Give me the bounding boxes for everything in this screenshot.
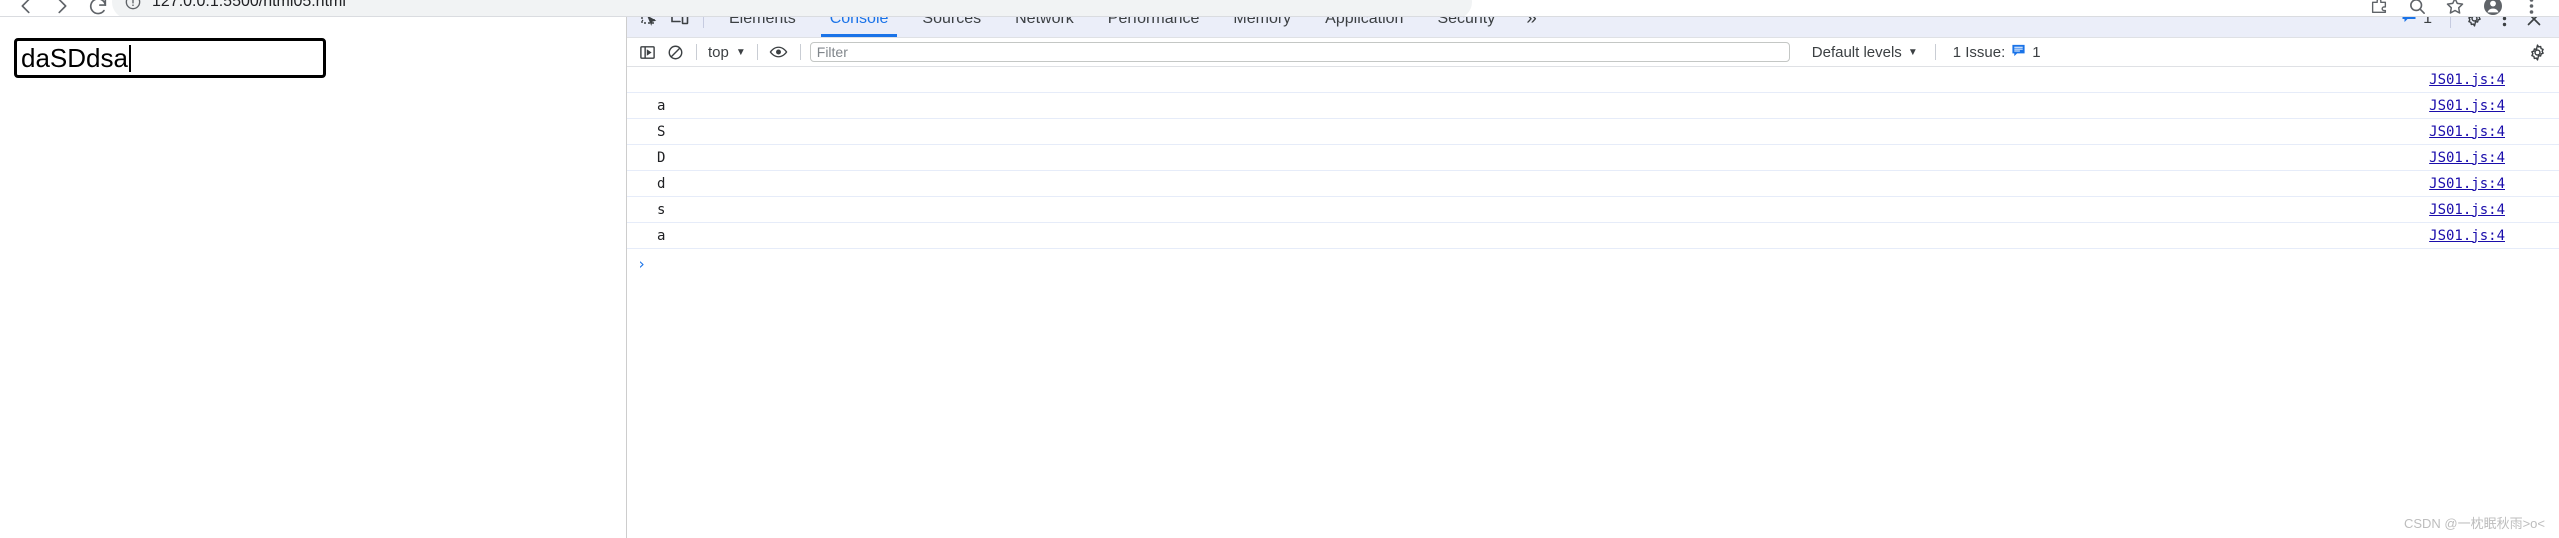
console-source-link[interactable]: JS01.js:4 <box>2429 124 2559 140</box>
watermark: CSDN @一枕眠秋雨>o< <box>2403 516 2545 531</box>
screen-root: daSDdsa Elements Console Sources Network… <box>0 0 2559 538</box>
text-input-value: daSDdsa <box>21 43 128 73</box>
console-filter-toolbar: top ▼ Filter Default levels ▼ 1 Issue: 1 <box>627 37 2559 67</box>
text-cursor <box>128 44 131 72</box>
filterbar-right-actions <box>2523 40 2559 64</box>
back-arrow-icon[interactable] <box>8 0 44 17</box>
chevron-down-icon: ▼ <box>735 46 746 58</box>
table-row[interactable]: a JS01.js:4 <box>627 223 2559 249</box>
console-message: s <box>657 201 666 218</box>
site-info-icon[interactable] <box>124 0 142 11</box>
profile-avatar-icon[interactable] <box>2475 0 2511 17</box>
address-bar[interactable]: 127.0.0.1:5500/html05.html <box>112 0 1472 17</box>
console-source-link[interactable]: JS01.js:4 <box>2429 176 2559 192</box>
issues-summary[interactable]: 1 Issue: 1 <box>1943 43 2051 62</box>
chevron-down-icon-levels: ▼ <box>1907 46 1918 58</box>
web-page-content: daSDdsa <box>0 18 626 538</box>
table-row[interactable]: d JS01.js:4 <box>627 171 2559 197</box>
browser-toolbar-right <box>2361 0 2549 17</box>
console-message: a <box>657 227 666 244</box>
table-row[interactable]: D JS01.js:4 <box>627 145 2559 171</box>
browser-chrome-strip: 127.0.0.1:5500/html05.html <box>0 0 2559 17</box>
prompt-chevron-icon: › <box>637 255 647 273</box>
console-message: d <box>657 175 666 192</box>
execution-context-label: top <box>708 43 729 61</box>
issues-message-icon-small <box>2011 43 2026 62</box>
chrome-divider <box>0 16 2559 17</box>
extensions-icon[interactable] <box>2361 0 2397 17</box>
execution-context-select[interactable]: top ▼ <box>704 44 750 61</box>
address-bar-url: 127.0.0.1:5500/html05.html <box>152 0 346 10</box>
console-settings-gear-icon[interactable] <box>2523 40 2551 64</box>
console-source-link[interactable]: JS01.js:4 <box>2429 72 2559 88</box>
issues-summary-count: 1 <box>2032 43 2041 61</box>
log-levels-label: Default levels <box>1811 43 1902 61</box>
reload-icon[interactable] <box>80 0 116 17</box>
console-message: a <box>657 97 666 114</box>
browser-nav-buttons <box>8 0 116 17</box>
filterbar-divider-2 <box>756 44 758 60</box>
filterbar-divider-4 <box>1934 44 1936 60</box>
console-sidebar-toggle-icon[interactable] <box>633 40 661 64</box>
live-expression-eye-icon[interactable] <box>765 40 793 64</box>
table-row[interactable]: a JS01.js:4 <box>627 93 2559 119</box>
table-row[interactable]: S JS01.js:4 <box>627 119 2559 145</box>
console-source-link[interactable]: JS01.js:4 <box>2429 202 2559 218</box>
three-dot-menu-icon[interactable] <box>2513 0 2549 17</box>
table-row[interactable]: JS01.js:4 <box>627 67 2559 93</box>
forward-arrow-icon[interactable] <box>44 0 80 17</box>
filterbar-divider-1 <box>696 44 697 60</box>
filterbar-divider-3 <box>799 44 801 60</box>
console-source-link[interactable]: JS01.js:4 <box>2429 228 2559 244</box>
console-source-link[interactable]: JS01.js:4 <box>2429 98 2559 114</box>
console-output[interactable]: JS01.js:4 a JS01.js:4 S JS01.js:4 D JS01… <box>627 67 2559 538</box>
console-source-link[interactable]: JS01.js:4 <box>2429 150 2559 166</box>
clear-console-icon[interactable] <box>661 40 689 64</box>
console-message: S <box>657 123 666 140</box>
search-icon[interactable] <box>2399 0 2435 17</box>
console-filter-placeholder: Filter <box>816 44 848 60</box>
console-filter-input[interactable]: Filter <box>809 42 1790 62</box>
text-input[interactable]: daSDdsa <box>14 38 326 78</box>
bookmark-star-icon[interactable] <box>2437 0 2473 17</box>
log-levels-select[interactable]: Default levels ▼ <box>1802 44 1928 61</box>
browser-page-pane: daSDdsa <box>0 0 626 538</box>
console-input-prompt[interactable]: › <box>627 249 2559 279</box>
table-row[interactable]: s JS01.js:4 <box>627 197 2559 223</box>
devtools-panel: Elements Console Sources Network Perform… <box>626 0 2559 538</box>
issues-summary-label: 1 Issue: <box>1952 43 2006 61</box>
console-message: D <box>657 149 666 166</box>
